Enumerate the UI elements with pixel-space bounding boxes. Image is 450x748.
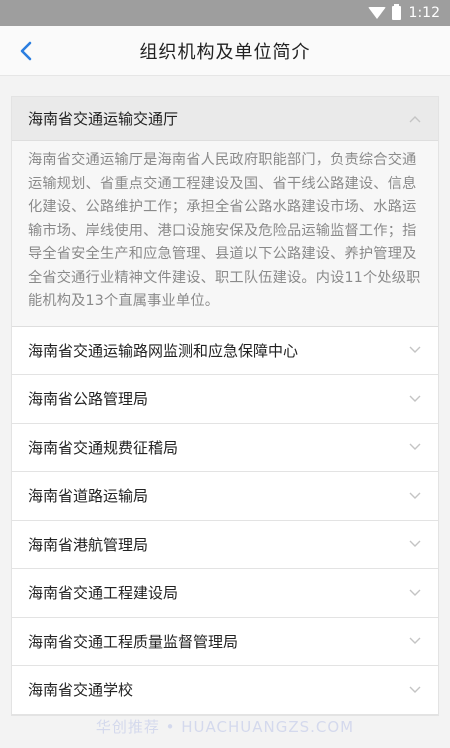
list-item-label: 海南省公路管理局 (28, 390, 149, 409)
chevron-down-icon (408, 392, 422, 406)
list-item-label: 海南省港航管理局 (28, 535, 149, 554)
chevron-down-icon (408, 489, 422, 503)
org-card: 海南省交通运输交通厅 海南省交通运输厅是海南省人民政府职能部门，负责综合交通运输… (11, 96, 439, 716)
list-item[interactable]: 海南省交通规费征稽局 (12, 423, 438, 472)
list-item[interactable]: 海南省交通学校 (12, 666, 438, 715)
expanded-item-title: 海南省交通运输交通厅 (28, 110, 179, 128)
list-item[interactable]: 海南省交通工程质量监督管理局 (12, 617, 438, 666)
chevron-up-icon (408, 112, 422, 126)
list-item-label: 海南省交通工程质量监督管理局 (28, 632, 239, 651)
chevron-down-icon (408, 440, 422, 454)
list-item-label: 海南省交通运输路网监测和应急保障中心 (28, 341, 299, 360)
list-item-label: 海南省道路运输局 (28, 487, 149, 506)
app-bar: 组织机构及单位简介 (0, 26, 450, 76)
list-item[interactable]: 海南省道路运输局 (12, 472, 438, 521)
list-item-label: 海南省交通工程建设局 (28, 584, 179, 603)
list-item-label: 海南省交通规费征稽局 (28, 438, 179, 457)
chevron-down-icon (408, 586, 422, 600)
list-item-label: 海南省交通学校 (28, 681, 134, 700)
chevron-down-icon (408, 537, 422, 551)
chevron-down-icon (408, 634, 422, 648)
status-bar: 1:12 (0, 0, 450, 26)
chevron-down-icon (408, 343, 422, 357)
back-button[interactable] (14, 36, 38, 66)
expanded-item-header[interactable]: 海南省交通运输交通厅 (12, 97, 438, 141)
chevron-down-icon (408, 683, 422, 697)
org-list: 海南省交通运输交通厅 海南省交通运输厅是海南省人民政府职能部门，负责综合交通运输… (0, 76, 450, 716)
list-item[interactable]: 海南省交通工程建设局 (12, 569, 438, 618)
expanded-item-description: 海南省交通运输厅是海南省人民政府职能部门，负责综合交通运输规划、省重点交通工程建… (12, 141, 438, 327)
list-item[interactable]: 海南省交通运输路网监测和应急保障中心 (12, 326, 438, 375)
list-item[interactable]: 海南省公路管理局 (12, 375, 438, 424)
list-item[interactable]: 海南省港航管理局 (12, 520, 438, 569)
back-arrow-icon (20, 41, 32, 61)
battery-icon (391, 4, 401, 20)
status-time: 1:12 (408, 5, 440, 21)
page-title: 组织机构及单位简介 (139, 41, 311, 63)
watermark: 华创推荐 • HUACHUANGZS.COM (95, 718, 355, 736)
wifi-icon (367, 7, 386, 19)
